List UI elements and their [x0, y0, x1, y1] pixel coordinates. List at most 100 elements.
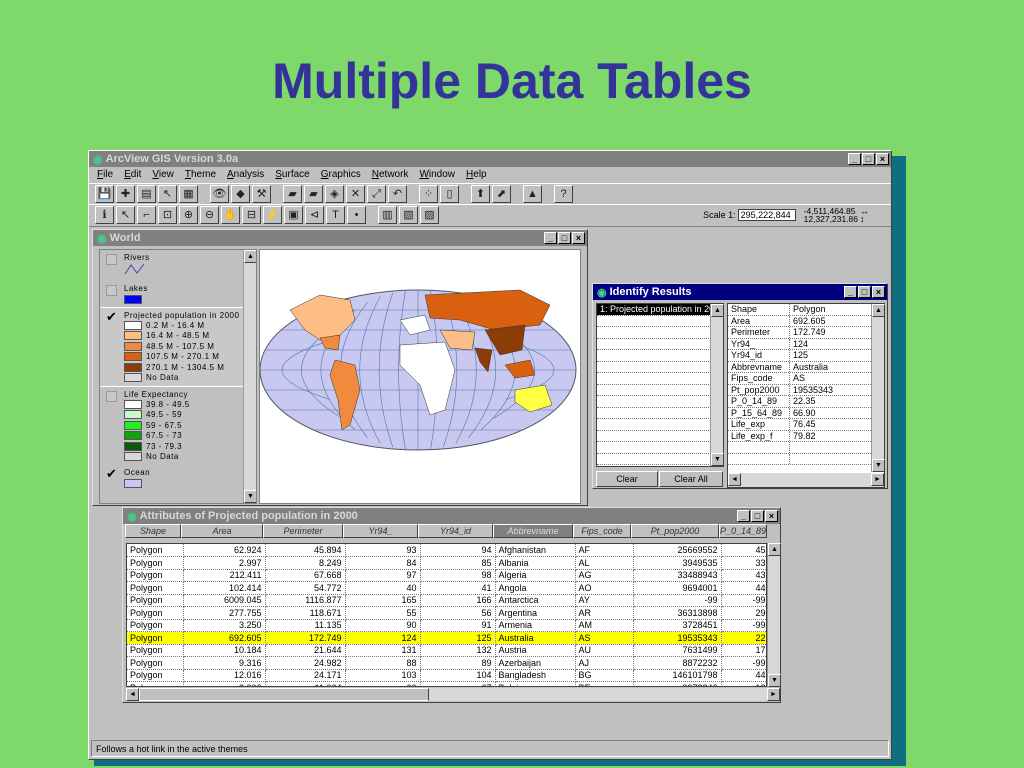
tool-button-18[interactable]: ▯: [440, 185, 459, 203]
table-row[interactable]: Polygon 3.250 11.135 90 91 Armenia AM 3728451 -9…: [127, 619, 766, 632]
theme-visibility-checkbox[interactable]: [106, 391, 117, 402]
theme-ocean[interactable]: ✔ Ocean: [100, 465, 256, 491]
tool-button-14[interactable]: ⤢: [367, 185, 386, 203]
tool-button-12[interactable]: •: [347, 206, 366, 224]
minimize-button[interactable]: _: [544, 232, 557, 244]
maximize-button[interactable]: □: [862, 153, 875, 165]
menu-view[interactable]: View: [152, 169, 174, 181]
close-button[interactable]: ×: [876, 153, 889, 165]
clear-button[interactable]: Clear: [596, 471, 658, 487]
tool-button-9[interactable]: ▣: [284, 206, 303, 224]
column-header-area[interactable]: Area: [181, 524, 263, 538]
app-title-bar[interactable]: ◉ ArcView GIS Version 3.0a _ □ ×: [89, 151, 891, 167]
tool-button-10[interactable]: ⊲: [305, 206, 324, 224]
theme-visibility-checkbox[interactable]: ✔: [106, 467, 117, 480]
identify-list-row[interactable]: [597, 339, 711, 350]
minimize-button[interactable]: _: [844, 286, 857, 298]
identify-list-row[interactable]: [597, 385, 711, 396]
tool-button-8[interactable]: ⚡: [263, 206, 282, 224]
legend-scrollbar[interactable]: ▲ ▼: [243, 250, 256, 503]
identify-list-row[interactable]: [597, 350, 711, 362]
scroll-up-arrow[interactable]: ▲: [872, 304, 885, 317]
column-header-yr94_id[interactable]: Yr94_id: [418, 524, 493, 538]
identify-feature-list[interactable]: 1: Projected population in 2000▲▼: [596, 303, 724, 467]
scroll-right-arrow[interactable]: ►: [871, 473, 884, 486]
column-header-abbrevname[interactable]: Abbrevname: [493, 524, 573, 538]
identify-list-row[interactable]: [597, 327, 711, 339]
table-row[interactable]: Polygon 6009.045 1116.877 165 166 Antarctica A…: [127, 594, 766, 607]
table-row[interactable]: Polygon 102.414 54.772 40 41 Angola AO 9694001 4…: [127, 581, 766, 595]
identify-fields-scrollbar[interactable]: ▲ ▼: [871, 304, 885, 472]
column-header-fips_code[interactable]: Fips_code: [573, 524, 631, 538]
tool-button-11[interactable]: ▰: [304, 185, 323, 203]
menu-network[interactable]: Network: [372, 169, 409, 181]
menu-file[interactable]: File: [97, 169, 113, 181]
tool-button-14[interactable]: ▥: [378, 206, 397, 224]
map-display[interactable]: [259, 249, 581, 504]
tool-button-11[interactable]: T: [326, 206, 345, 224]
tool-button-3[interactable]: ↖: [158, 185, 177, 203]
tool-button-0[interactable]: 💾: [95, 185, 114, 203]
column-header-yr94_[interactable]: Yr94_: [343, 524, 418, 538]
identify-list-row[interactable]: 1: Projected population in 2000: [597, 304, 711, 316]
table-row[interactable]: Polygon 692.605 172.749 124 125 Australia AS 19…: [127, 631, 766, 645]
identify-list-row[interactable]: [597, 454, 711, 465]
scroll-down-arrow[interactable]: ▼: [711, 453, 724, 466]
maximize-button[interactable]: □: [558, 232, 571, 244]
tool-button-5[interactable]: ⊖: [200, 206, 219, 224]
identify-list-item[interactable]: 1: Projected population in 2000: [597, 304, 711, 315]
minimize-button[interactable]: _: [737, 510, 750, 522]
menu-surface[interactable]: Surface: [275, 169, 309, 181]
scroll-left-arrow[interactable]: ◄: [728, 473, 741, 486]
theme-rivers[interactable]: Rivers: [100, 250, 256, 281]
theme-visibility-checkbox[interactable]: ✔: [106, 310, 117, 323]
identify-list-scrollbar[interactable]: ▲ ▼: [710, 304, 724, 466]
tool-button-17[interactable]: ⁘: [419, 185, 438, 203]
tool-button-2[interactable]: ▤: [137, 185, 156, 203]
table-row[interactable]: Polygon2.00611.0646667BelgiumBE997324618: [127, 681, 766, 686]
tool-button-16[interactable]: ▨: [420, 206, 439, 224]
menu-help[interactable]: Help: [466, 169, 487, 181]
tool-button-15[interactable]: ▧: [399, 206, 418, 224]
theme-visibility-checkbox[interactable]: [106, 285, 117, 296]
tool-button-13[interactable]: ✕: [346, 185, 365, 203]
tool-button-4[interactable]: ▦: [179, 185, 198, 203]
identify-list-row[interactable]: [597, 419, 711, 431]
identify-list-row[interactable]: [597, 396, 711, 408]
tool-button-2[interactable]: ⌐: [137, 206, 156, 224]
tool-button-7[interactable]: ⊟: [242, 206, 261, 224]
scroll-up-arrow[interactable]: ▲: [711, 304, 724, 317]
clear-all-button[interactable]: Clear All: [659, 471, 723, 487]
table-horizontal-scrollbar[interactable]: ◄ ►: [126, 688, 780, 701]
table-row[interactable]: Polygon 12.016 24.171 103 104 Bangladesh BG 146…: [127, 669, 766, 682]
identify-list-row[interactable]: [597, 362, 711, 373]
maximize-button[interactable]: □: [751, 510, 764, 522]
tool-button-1[interactable]: ↖: [116, 206, 135, 224]
menu-edit[interactable]: Edit: [124, 169, 141, 181]
tool-button-0[interactable]: ℹ: [95, 206, 114, 224]
close-button[interactable]: ×: [765, 510, 778, 522]
scroll-down-arrow[interactable]: ▼: [872, 459, 885, 472]
tool-button-10[interactable]: ▰: [283, 185, 302, 203]
table-row[interactable]: Polygon 62.924 45.894 93 94 Afghanistan AF 2566…: [127, 544, 766, 557]
identify-list-row[interactable]: [597, 431, 711, 442]
tool-button-6[interactable]: 👁: [210, 185, 229, 203]
minimize-button[interactable]: _: [848, 153, 861, 165]
close-button[interactable]: ×: [872, 286, 885, 298]
tool-button-7[interactable]: ◆: [231, 185, 250, 203]
identify-list-row[interactable]: [597, 316, 711, 327]
theme-visibility-checkbox[interactable]: [106, 254, 117, 265]
table-row[interactable]: Polygon 277.755 118.671 55 56 Argentina AR 3631…: [127, 606, 766, 620]
tool-button-20[interactable]: ⬆: [471, 185, 490, 203]
tool-button-25[interactable]: ?: [554, 185, 573, 203]
scroll-down-arrow[interactable]: ▼: [244, 490, 256, 503]
tool-button-8[interactable]: ⚒: [252, 185, 271, 203]
menu-theme[interactable]: Theme: [185, 169, 216, 181]
tool-button-6[interactable]: ✋: [221, 206, 240, 224]
identify-fields-hscrollbar[interactable]: ◄ ►: [728, 473, 884, 487]
scale-input[interactable]: 295,222,844: [737, 209, 796, 221]
scroll-up-arrow[interactable]: ▲: [244, 250, 256, 263]
identify-list-row[interactable]: [597, 442, 711, 454]
tool-button-12[interactable]: ◈: [325, 185, 344, 203]
table-row[interactable]: Polygon 9.316 24.982 88 89 Azerbaijan AJ 887223…: [127, 656, 766, 670]
